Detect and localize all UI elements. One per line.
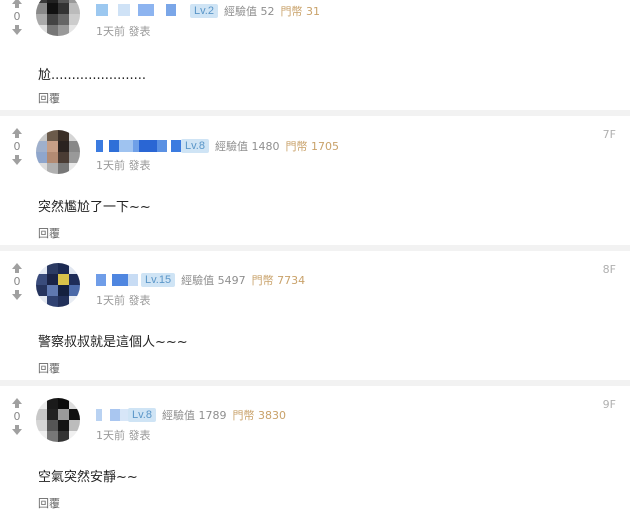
- level-badge[interactable]: Lv.8: [181, 139, 209, 153]
- username-redacted[interactable]: [96, 139, 181, 153]
- post-time: 1天前 發表: [96, 294, 151, 307]
- level-badge[interactable]: Lv.8: [128, 408, 156, 422]
- floor-number[interactable]: 7F: [603, 128, 616, 141]
- vote-control: 0: [8, 261, 26, 302]
- exp-stat: 經驗值 1480: [214, 140, 280, 153]
- comment-item: 0 Lv.8 經驗值 1789 門幣 3830 1天前 發表 9F 空氣突然安靜…: [0, 386, 630, 520]
- comment-text: 突然尷尬了一下~~: [38, 200, 151, 215]
- vote-control: 0: [8, 396, 26, 437]
- vote-control: 0: [8, 0, 26, 37]
- level-badge[interactable]: Lv.2: [190, 4, 218, 18]
- avatar[interactable]: [36, 130, 80, 174]
- floor-number[interactable]: 9F: [603, 398, 616, 411]
- reply-button[interactable]: 回覆: [38, 90, 60, 106]
- upvote-icon[interactable]: [8, 396, 26, 410]
- upvote-icon[interactable]: [8, 0, 26, 10]
- floor-number[interactable]: 8F: [603, 263, 616, 276]
- exp-stat: 經驗值 52: [223, 5, 275, 18]
- downvote-icon[interactable]: [8, 288, 26, 302]
- coin-stat: 門幣 7734: [251, 274, 306, 287]
- downvote-icon[interactable]: [8, 23, 26, 37]
- level-badge[interactable]: Lv.15: [141, 273, 176, 287]
- vote-count: 0: [13, 275, 21, 288]
- avatar[interactable]: [36, 0, 80, 36]
- vote-count: 0: [13, 10, 21, 23]
- vote-count: 0: [13, 140, 21, 153]
- coin-stat: 門幣 31: [280, 5, 320, 18]
- reply-button[interactable]: 回覆: [38, 360, 60, 376]
- downvote-icon[interactable]: [8, 423, 26, 437]
- username-redacted[interactable]: [96, 273, 138, 287]
- user-stats: Lv.8 經驗值 1480 門幣 1705: [181, 138, 339, 154]
- username-redacted[interactable]: [96, 408, 132, 422]
- exp-stat: 經驗值 5497: [181, 274, 246, 287]
- reply-button[interactable]: 回覆: [38, 495, 60, 511]
- coin-stat: 門幣 3830: [232, 409, 286, 422]
- downvote-icon[interactable]: [8, 153, 26, 167]
- user-stats: Lv.15 經驗值 5497 門幣 7734: [141, 272, 305, 288]
- coin-stat: 門幣 1705: [285, 140, 339, 153]
- comment-item: 0 Lv.15 經驗值 5497 門幣 7734 1天前 發表 8F 警察叔叔就…: [0, 251, 630, 380]
- user-stats: Lv.2 經驗值 52 門幣 31: [190, 3, 320, 19]
- comment-feed: 0 Lv.2 經驗值 52 門幣 31 1天前 發表 尬............…: [0, 0, 630, 520]
- vote-count: 0: [13, 410, 21, 423]
- avatar[interactable]: [36, 263, 80, 307]
- upvote-icon[interactable]: [8, 126, 26, 140]
- comment-item: 0: [0, 116, 630, 245]
- comment-text: 尬.......................: [38, 68, 147, 83]
- upvote-icon[interactable]: [8, 261, 26, 275]
- user-stats: Lv.8 經驗值 1789 門幣 3830: [128, 407, 286, 423]
- username-redacted[interactable]: [96, 3, 176, 17]
- post-time: 1天前 發表: [96, 25, 151, 38]
- exp-stat: 經驗值 1789: [161, 409, 227, 422]
- vote-control: 0: [8, 126, 26, 167]
- comment-item: 0: [0, 0, 630, 110]
- comment-text: 警察叔叔就是這個人~~~: [38, 335, 188, 350]
- post-time: 1天前 發表: [96, 159, 151, 172]
- comment-text: 空氣突然安靜~~: [38, 470, 138, 485]
- post-time: 1天前 發表: [96, 429, 151, 442]
- reply-button[interactable]: 回覆: [38, 225, 60, 241]
- avatar[interactable]: [36, 398, 80, 442]
